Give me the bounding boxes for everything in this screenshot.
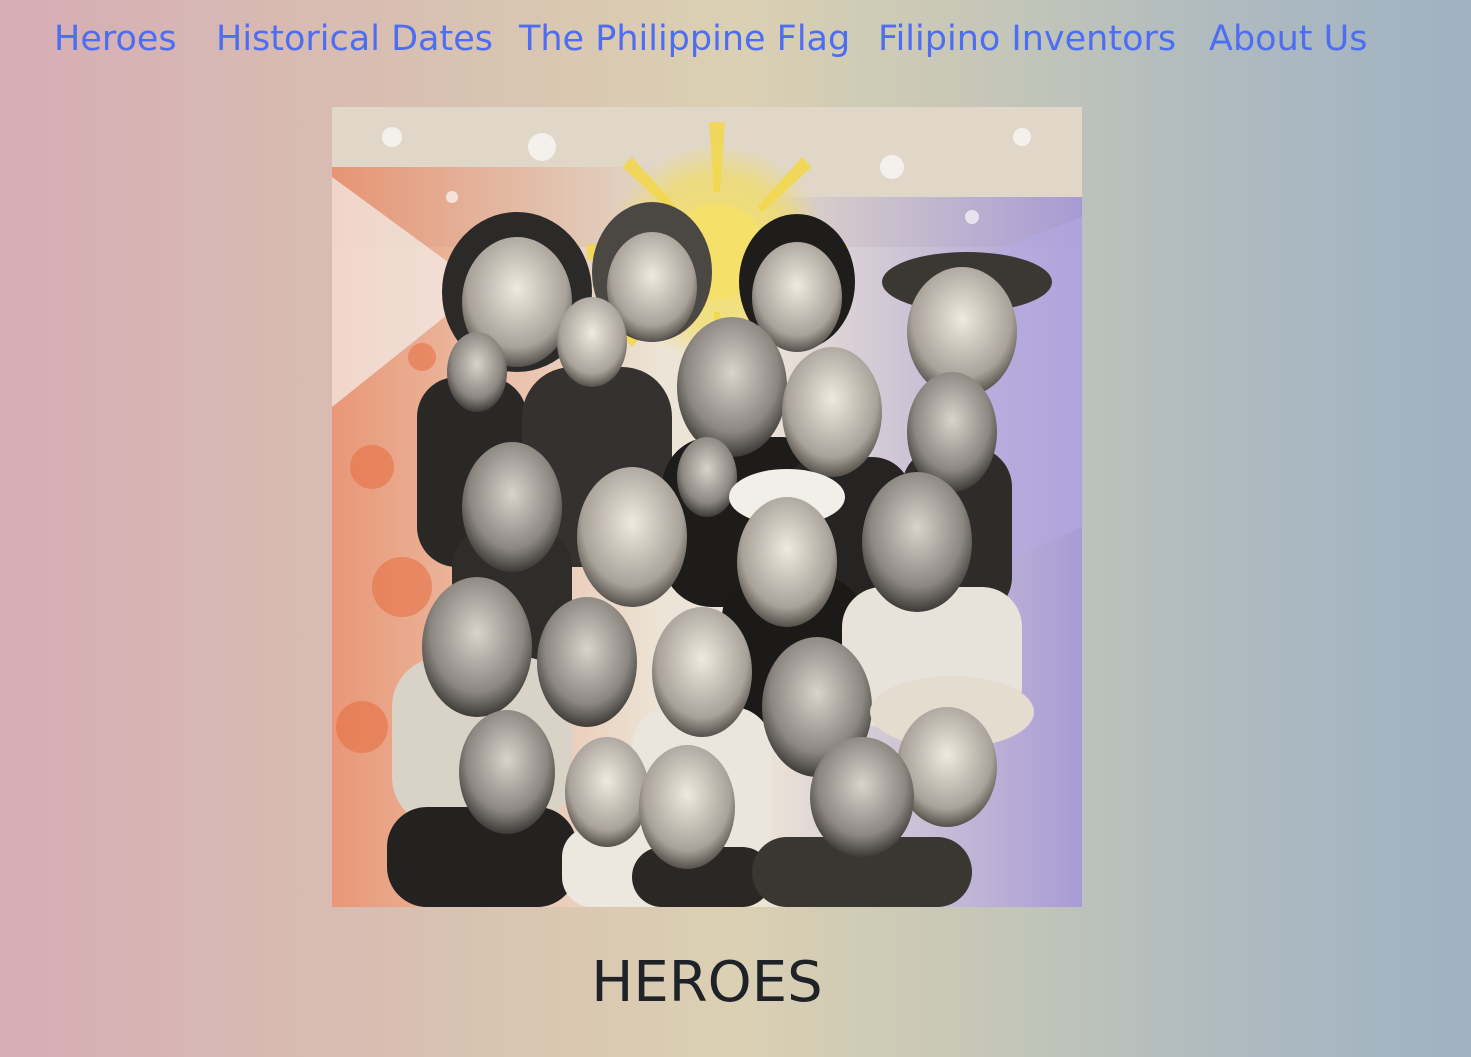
nav-link-heroes[interactable]: Heroes — [54, 18, 177, 60]
top-navigation: Heroes Historical Dates The Philippine F… — [0, 0, 1471, 80]
heroes-collage-image — [332, 107, 1082, 907]
nav-link-about-us[interactable]: About Us — [1209, 18, 1367, 60]
collage-artwork — [332, 107, 1082, 907]
page-title: HEROES — [591, 950, 823, 1015]
nav-link-philippine-flag[interactable]: The Philippine Flag — [519, 18, 850, 60]
nav-link-filipino-inventors[interactable]: Filipino Inventors — [878, 18, 1176, 60]
nav-link-historical-dates[interactable]: Historical Dates — [216, 18, 493, 60]
